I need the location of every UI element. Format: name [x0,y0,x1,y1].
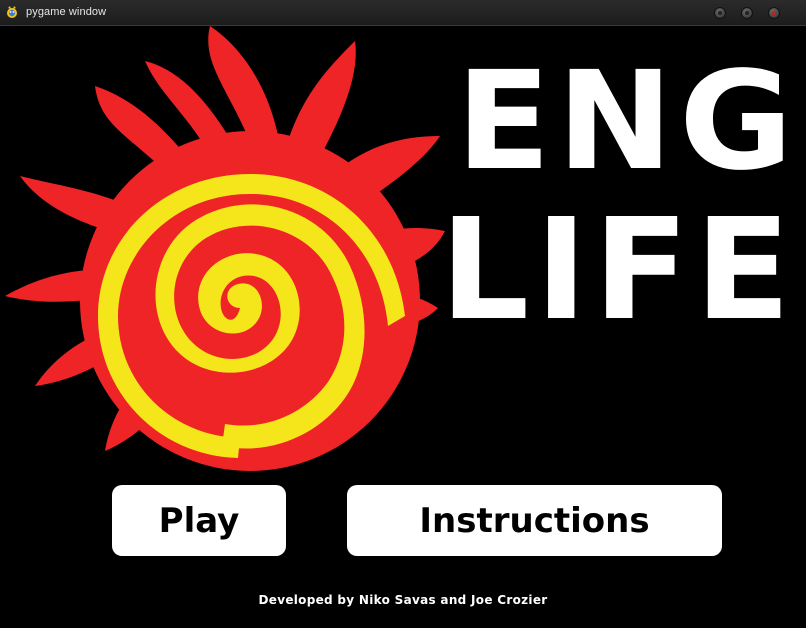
credits-text: Developed by Niko Savas and Joe Crozier [258,593,548,607]
game-title-eng: ENG [456,43,800,201]
minimize-button[interactable] [714,7,726,19]
instructions-button[interactable]: Instructions [347,485,722,556]
minimize-icon [718,11,722,15]
close-icon [772,11,776,15]
close-button[interactable] [768,7,780,19]
pygame-window: pygame window ENG LIFE Play Instructions… [0,0,806,628]
title-bar[interactable]: pygame window [0,0,806,26]
sun-spiral-logo [5,26,445,471]
pygame-snake-icon [7,6,17,18]
maximize-button[interactable] [741,7,753,19]
window-title: pygame window [26,6,107,18]
game-canvas[interactable]: ENG LIFE Play Instructions Developed by … [0,26,806,628]
play-button[interactable]: Play [112,485,286,556]
maximize-icon [745,11,749,15]
game-title-life: LIFE [440,189,797,352]
